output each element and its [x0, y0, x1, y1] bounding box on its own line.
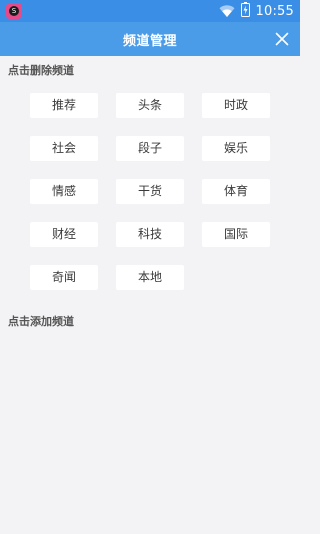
channel-chip[interactable]: 财经: [30, 222, 98, 247]
channel-chip[interactable]: 情感: [30, 179, 98, 204]
channel-chip[interactable]: 社会: [30, 136, 98, 161]
status-time: 10:55: [255, 3, 294, 19]
channel-chip[interactable]: 体育: [202, 179, 270, 204]
channel-chip[interactable]: 本地: [116, 265, 184, 290]
add-channel-section-label: 点击添加频道: [8, 315, 74, 328]
channel-chip[interactable]: 娱乐: [202, 136, 270, 161]
wifi-icon: [219, 2, 235, 21]
status-bar: S 10:55: [0, 0, 300, 22]
channel-chip[interactable]: 推荐: [30, 93, 98, 118]
channel-chip[interactable]: 科技: [116, 222, 184, 247]
header-bar: 频道管理: [0, 22, 300, 56]
channel-chip[interactable]: 干货: [116, 179, 184, 204]
delete-channel-section-label: 点击删除频道: [8, 64, 74, 77]
page-title: 频道管理: [122, 33, 177, 49]
channel-chip[interactable]: 国际: [202, 222, 270, 247]
app-notification-icon: S: [6, 3, 22, 19]
status-right: 10:55: [219, 1, 294, 21]
status-left: S: [6, 3, 22, 19]
battery-charging-icon: [240, 1, 250, 21]
close-icon: [275, 32, 289, 46]
close-button[interactable]: [272, 29, 292, 49]
channel-chip[interactable]: 头条: [116, 93, 184, 118]
channel-chip[interactable]: 段子: [116, 136, 184, 161]
channel-chip[interactable]: 时政: [202, 93, 270, 118]
app-notification-glyph: S: [9, 6, 19, 16]
channel-chip[interactable]: 奇闻: [30, 265, 98, 290]
